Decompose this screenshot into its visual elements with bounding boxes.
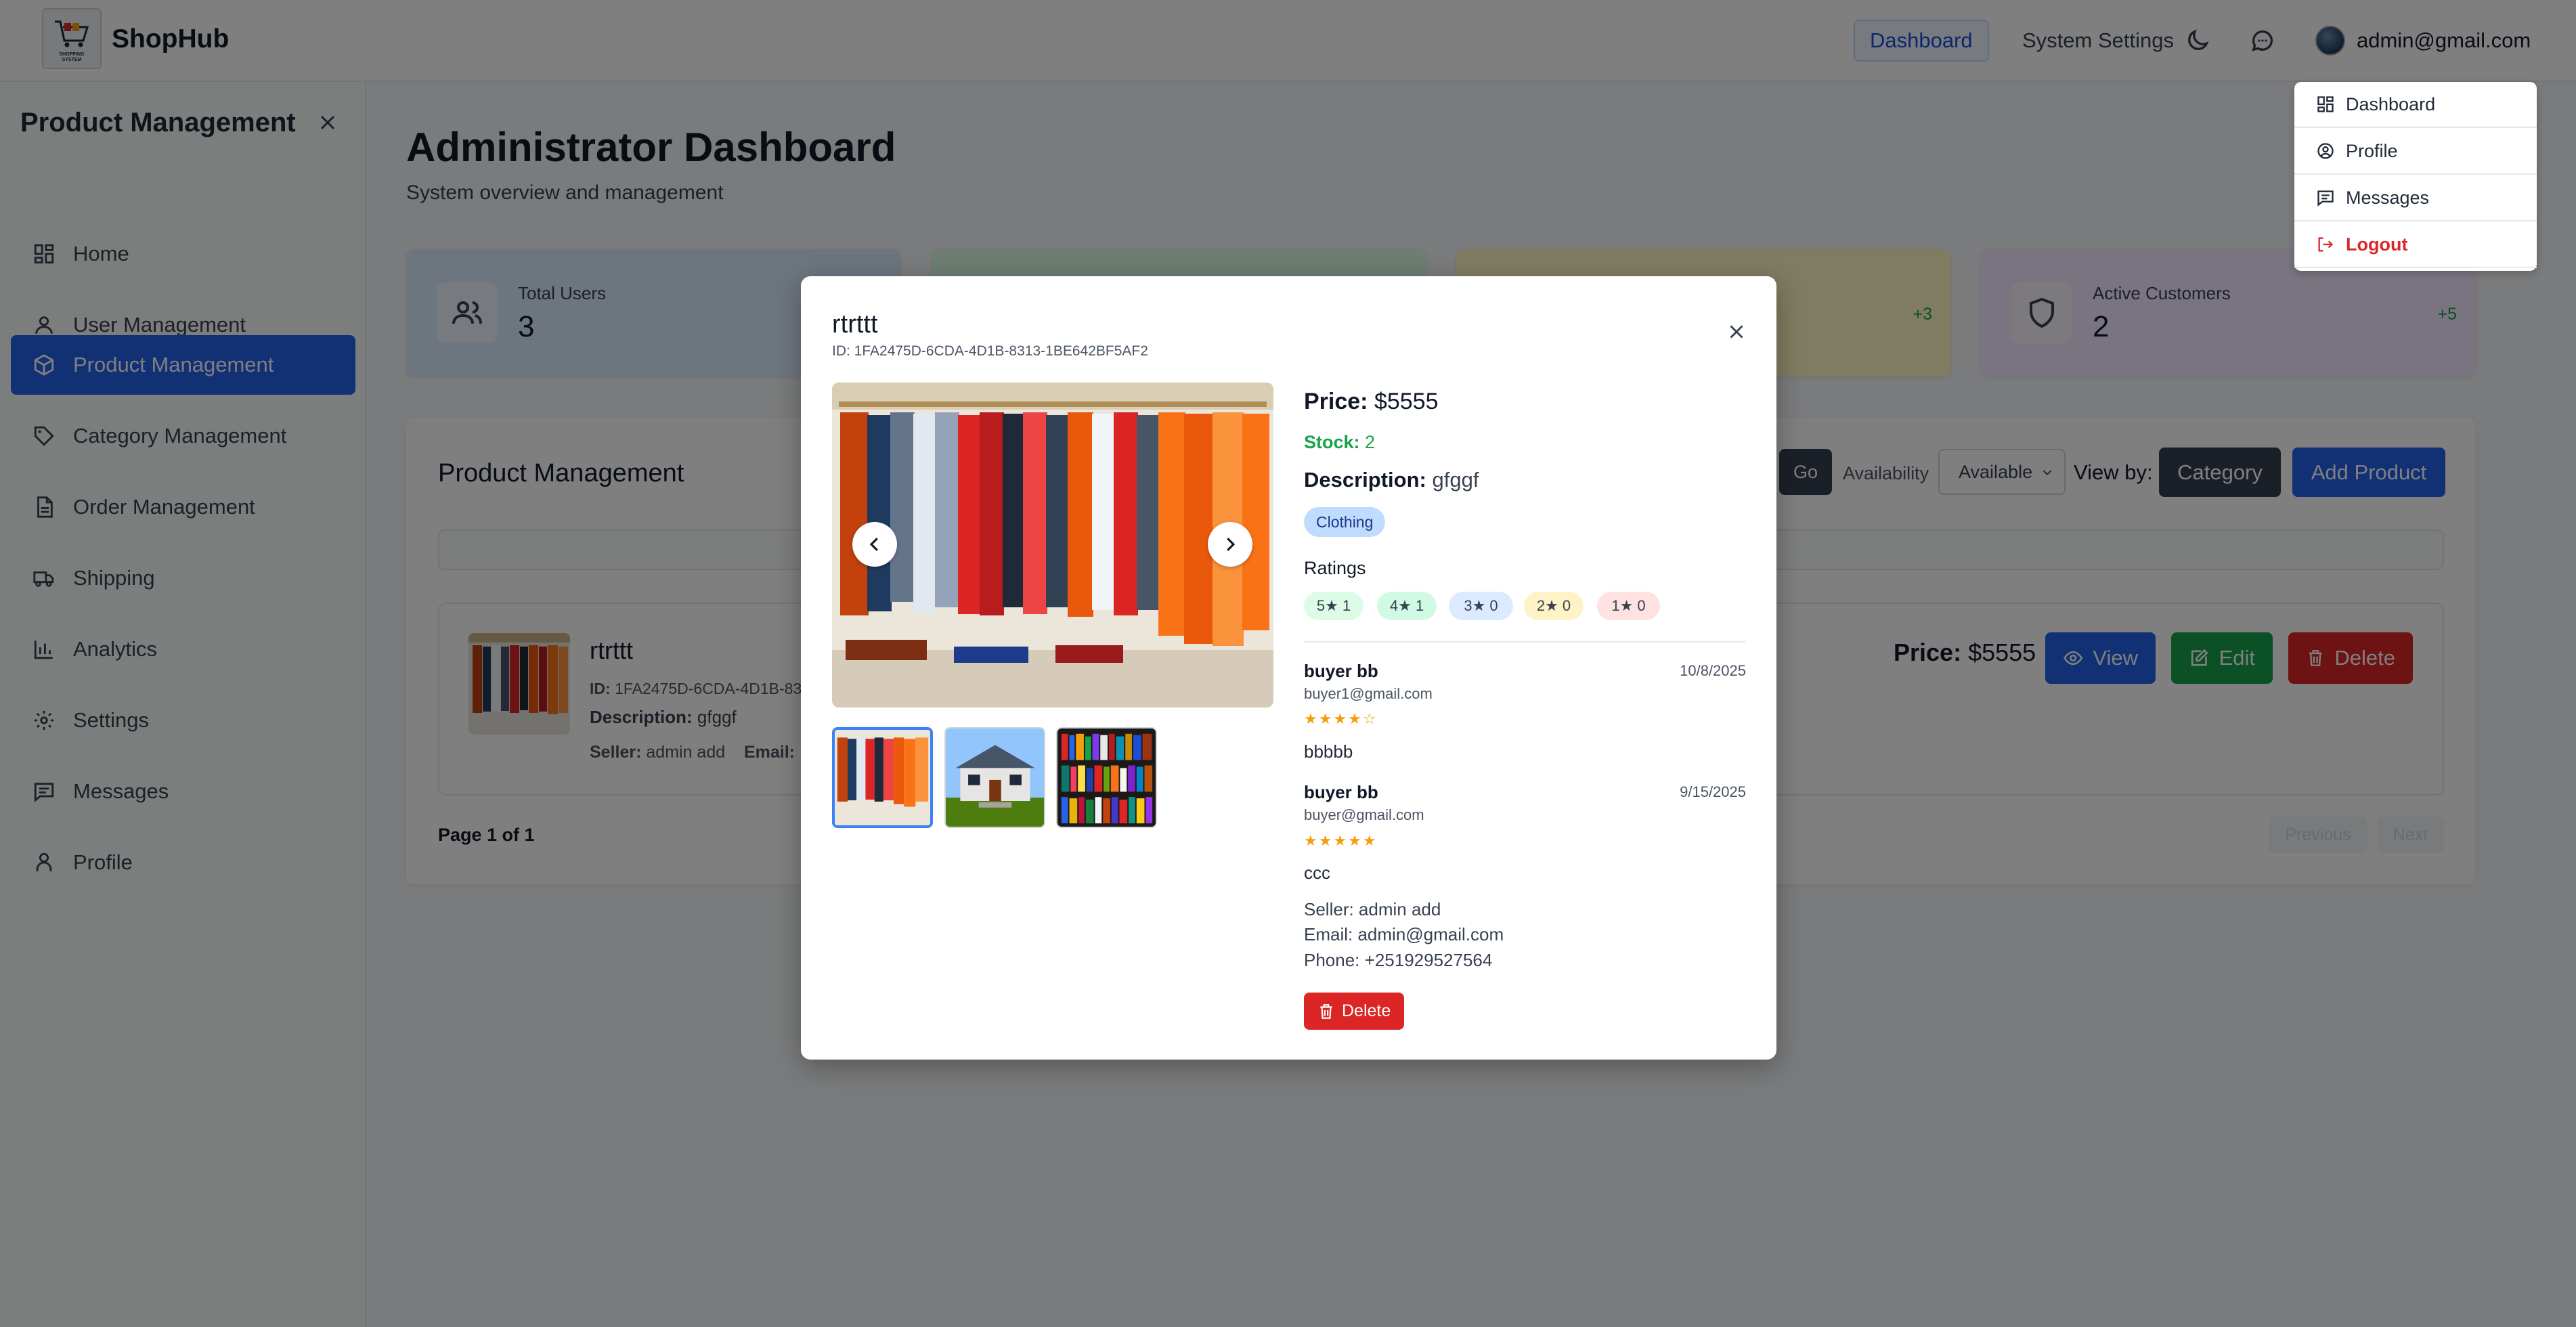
seller-info: Seller: admin add (1304, 899, 1441, 919)
rating-badge-4: 4★ 1 (1377, 592, 1437, 620)
image-thumbnail-house[interactable] (944, 727, 1045, 828)
image-thumbnail-clothing[interactable] (832, 727, 933, 828)
carousel-next-button[interactable] (1208, 522, 1252, 567)
modal-product-id: ID: 1FA2475D-6CDA-4D1B-8313-1BE642BF5AF2 (832, 343, 1148, 359)
divider (1304, 641, 1745, 643)
review-date: 9/15/2025 (1680, 783, 1746, 800)
review-date: 10/8/2025 (1680, 662, 1746, 679)
review-author: buyer bb (1304, 661, 1378, 681)
trash-icon (1320, 1003, 1332, 1019)
dropdown-item-dashboard[interactable]: Dashboard (2294, 82, 2537, 128)
seller-phone: Phone: +251929527564 (1304, 950, 1493, 970)
dropdown-label: Messages (2346, 187, 2430, 208)
modal-delete-button[interactable]: Delete (1304, 993, 1405, 1030)
review-stars: ★★★★★ (1304, 832, 1378, 849)
logout-icon (2318, 237, 2333, 252)
delete-label: Delete (1342, 1001, 1391, 1020)
close-icon[interactable] (1725, 320, 1748, 343)
dropdown-label: Dashboard (2346, 93, 2436, 114)
message-icon (2317, 190, 2334, 206)
stock-value: 2 (1365, 432, 1376, 452)
rating-badge-1: 1★ 0 (1597, 592, 1660, 620)
review-stars: ★★★★☆ (1304, 710, 1378, 727)
user-circle-icon (2317, 143, 2334, 159)
dropdown-item-messages[interactable]: Messages (2294, 175, 2537, 221)
ratings-heading: Ratings (1304, 558, 1366, 578)
stock-label: Stock: (1304, 432, 1360, 452)
dropdown-label: Profile (2346, 140, 2398, 161)
rating-badge-5: 5★ 1 (1304, 592, 1363, 620)
user-dropdown-menu: Dashboard Profile Messages Logout (2294, 82, 2537, 271)
review-text: ccc (1304, 863, 1330, 883)
carousel-prev-button[interactable] (852, 522, 897, 567)
dropdown-item-logout[interactable]: Logout (2294, 222, 2537, 268)
review-text: bbbbb (1304, 741, 1353, 762)
modal-stock: Stock: 2 (1304, 432, 1375, 453)
review-email: buyer@gmail.com (1304, 806, 1424, 823)
image-thumbnail-books[interactable] (1056, 727, 1157, 828)
review-author: buyer bb (1304, 782, 1378, 802)
modal-description: Description: gfggf (1304, 468, 1479, 492)
grid-icon (2317, 96, 2334, 112)
description-label: Description: (1304, 468, 1426, 492)
rating-badge-2: 2★ 0 (1524, 592, 1584, 620)
rating-badge-3: 3★ 0 (1449, 592, 1513, 620)
category-badge: Clothing (1304, 507, 1386, 537)
review-email: buyer1@gmail.com (1304, 685, 1433, 702)
price-label: Price: (1304, 389, 1368, 414)
modal-title: rtrttt (832, 310, 878, 339)
dropdown-label: Logout (2346, 234, 2408, 255)
seller-email: Email: admin@gmail.com (1304, 924, 1504, 944)
price-value: $5555 (1374, 389, 1439, 414)
description-value: gfggf (1432, 468, 1479, 492)
dropdown-item-profile[interactable]: Profile (2294, 129, 2537, 175)
chevron-right-icon (1227, 538, 1236, 551)
modal-price: Price: $5555 (1304, 389, 1439, 415)
chevron-left-icon (869, 538, 878, 551)
